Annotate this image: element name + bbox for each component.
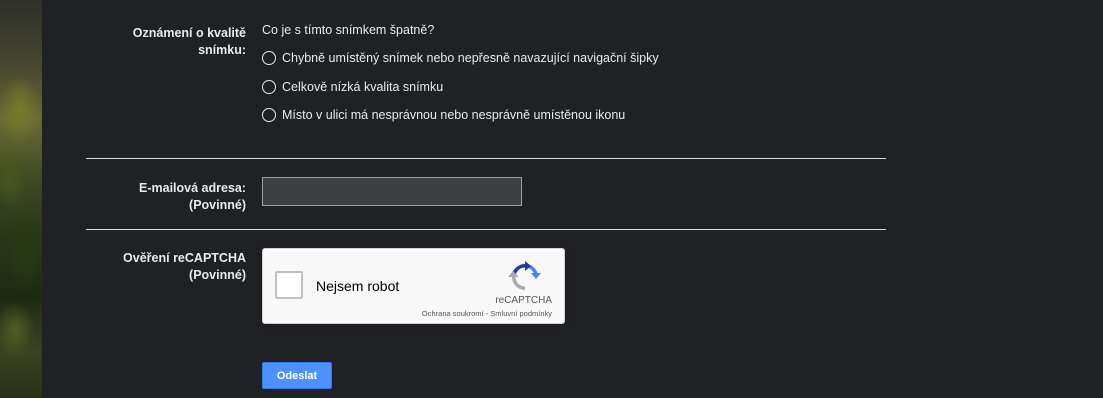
radio-button[interactable] [262, 80, 276, 94]
recaptcha-brand: reCAPTCHA [495, 295, 552, 306]
recaptcha-links: Ochrana soukromí - Smluvní podmínky [422, 309, 552, 318]
radio-option-wrong-icon[interactable]: Místo v ulici má nesprávnou nebo nespráv… [262, 108, 625, 122]
recaptcha-logo-icon [508, 261, 541, 290]
email-label: E-mailová adresa: (Povinné) [139, 181, 246, 212]
section-divider [86, 158, 886, 159]
radio-option-low-quality[interactable]: Celkově nízká kvalita snímku [262, 80, 443, 94]
quality-report-label: Oznámení o kvalitě snímku: [132, 26, 246, 57]
radio-button[interactable] [262, 51, 276, 65]
radio-option-label: Celkově nízká kvalita snímku [282, 80, 444, 94]
email-field[interactable] [262, 177, 522, 206]
terms-link[interactable]: Smluvní podmínky [490, 309, 552, 318]
submit-button[interactable]: Odeslat [262, 362, 332, 389]
recaptcha-checkbox-label: Nejsem robot [316, 278, 400, 294]
background-imagery [0, 0, 42, 398]
quality-question: Co je s tímto snímkem špatně? [262, 23, 435, 37]
recaptcha-widget: Nejsem robot reCAPTCHA Ochrana soukromí … [262, 248, 565, 324]
recaptcha-label: Ověření reCAPTCHA (Povinné) [123, 251, 246, 282]
radio-option-label: Místo v ulici má nesprávnou nebo nespráv… [282, 108, 626, 122]
radio-button[interactable] [262, 108, 276, 122]
privacy-link[interactable]: Ochrana soukromí [422, 309, 484, 318]
radio-option-misplaced[interactable]: Chybně umístěný snímek nebo nepřesně nav… [262, 51, 659, 65]
recaptcha-checkbox[interactable] [275, 271, 303, 299]
radio-option-label: Chybně umístěný snímek nebo nepřesně nav… [282, 51, 659, 65]
section-divider [86, 229, 886, 230]
